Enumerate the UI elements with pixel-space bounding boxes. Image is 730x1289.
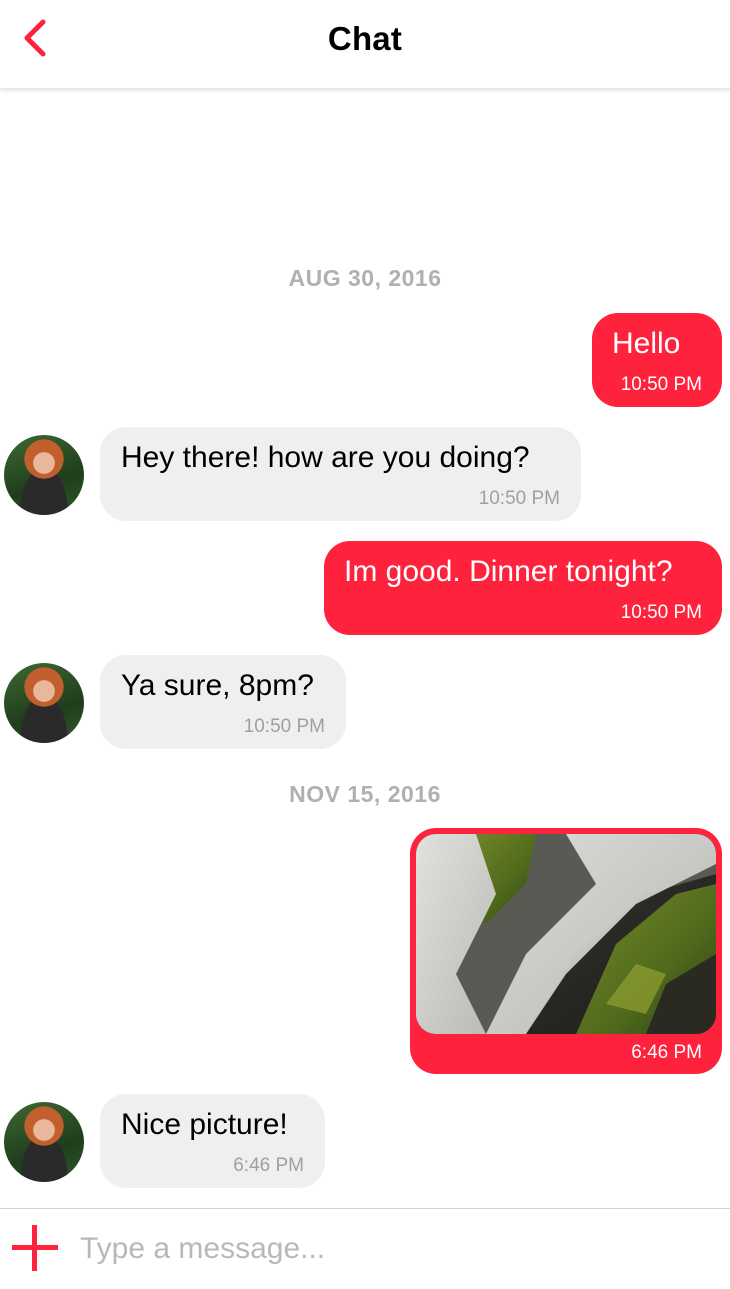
add-attachment-button[interactable] xyxy=(12,1225,58,1271)
message-text: Im good. Dinner tonight? xyxy=(344,555,673,588)
date-separator: NOV 15, 2016 xyxy=(289,781,441,807)
outgoing-image-message[interactable]: 6:46 PM xyxy=(410,828,722,1074)
incoming-message[interactable]: Nice picture! 6:46 PM xyxy=(100,1094,325,1188)
message-input[interactable] xyxy=(80,1227,700,1271)
message-text: Ya sure, 8pm? xyxy=(121,669,314,702)
message-time: 10:50 PM xyxy=(620,602,702,623)
message-text: Hello xyxy=(612,327,681,360)
message-time: 10:50 PM xyxy=(243,716,325,737)
message-text: Nice picture! xyxy=(121,1108,288,1141)
contact-avatar[interactable] xyxy=(4,435,84,515)
chat-header: Chat xyxy=(0,0,730,89)
message-time: 10:50 PM xyxy=(478,488,560,509)
incoming-message[interactable]: Hey there! how are you doing? 10:50 PM xyxy=(100,427,581,521)
page-title: Chat xyxy=(327,20,403,57)
waterfall-photo[interactable] xyxy=(416,834,716,1034)
waterfall-image xyxy=(416,834,716,1034)
outgoing-message[interactable]: Im good. Dinner tonight? 10:50 PM xyxy=(324,541,722,635)
date-separator: AUG 30, 2016 xyxy=(288,265,442,291)
message-text: Hey there! how are you doing? xyxy=(121,441,530,474)
outgoing-message[interactable]: Hello 10:50 PM xyxy=(592,313,722,407)
message-time: 6:46 PM xyxy=(233,1155,304,1176)
contact-avatar[interactable] xyxy=(4,1102,84,1182)
message-time: 10:50 PM xyxy=(620,374,702,395)
plus-icon-stroke xyxy=(32,1225,37,1271)
message-composer xyxy=(0,1208,730,1289)
contact-avatar[interactable] xyxy=(4,663,84,743)
message-time: 6:46 PM xyxy=(631,1042,702,1063)
incoming-message[interactable]: Ya sure, 8pm? 10:50 PM xyxy=(100,655,346,749)
